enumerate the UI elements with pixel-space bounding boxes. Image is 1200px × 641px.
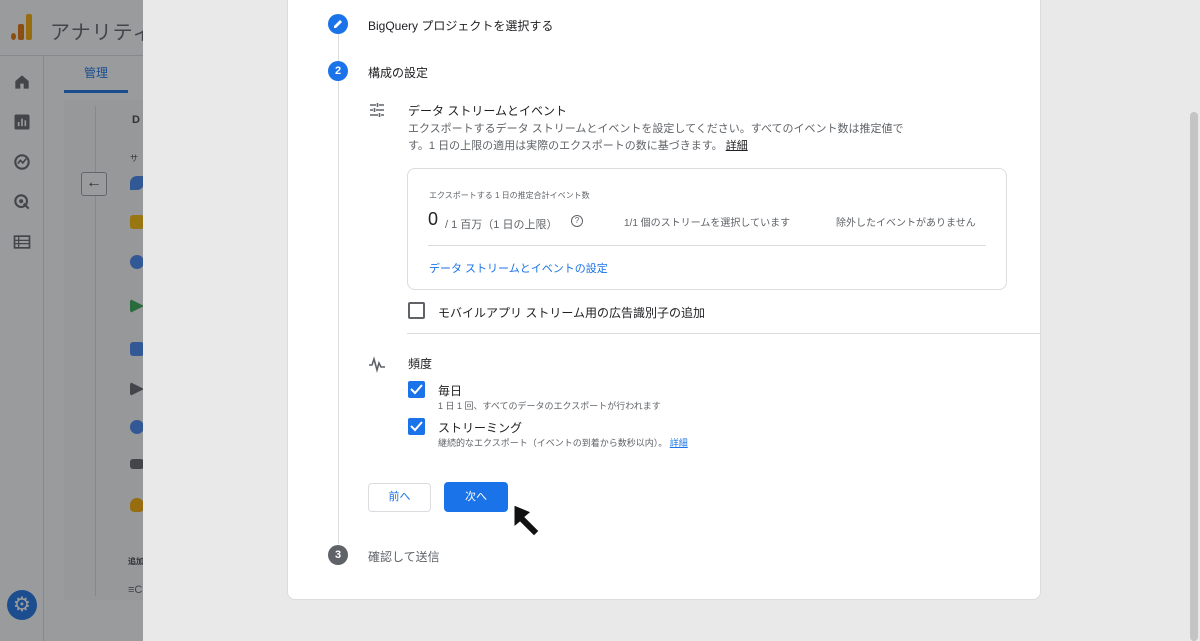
streaming-description: 継続的なエクスポート（イベントの到着から数秒以内）。 詳細 [438, 436, 688, 449]
filter-lines-icon [370, 103, 384, 117]
daily-limit-text: / 1 百万（1 日の上限） [445, 219, 558, 231]
ad-id-checkbox-label[interactable]: モバイルアプリ ストリーム用の広告識別子の追加 [438, 304, 705, 321]
streaming-desc-text: 継続的なエクスポート（イベントの到着から数秒以内）。 [438, 438, 668, 448]
data-streams-description: エクスポートするデータ ストリームとイベントを設定してください。すべてのイベント… [408, 121, 948, 155]
data-streams-desc-line1: エクスポートするデータ ストリームとイベントを設定してください。すべてのイベント… [408, 123, 904, 135]
step-1-label[interactable]: BigQuery プロジェクトを選択する [368, 17, 553, 34]
mouse-pointer-icon [513, 504, 540, 537]
section-divider [407, 333, 1041, 334]
help-icon[interactable]: ? [571, 215, 583, 227]
streaming-label[interactable]: ストリーミング [438, 419, 522, 436]
estimate-divider [428, 245, 986, 246]
frequency-title: 頻度 [408, 357, 433, 371]
next-button[interactable]: 次へ [444, 482, 508, 512]
scrollbar-thumb[interactable] [1190, 112, 1198, 641]
excluded-events-text: 除外したイベントがありません [836, 218, 976, 229]
daily-checkbox[interactable] [408, 381, 425, 398]
prev-button[interactable]: 前へ [368, 483, 431, 512]
step-1-edit-icon[interactable] [328, 14, 348, 34]
configure-streams-link[interactable]: データ ストリームとイベントの設定 [429, 260, 608, 276]
step-2-number: 2 [328, 61, 348, 81]
step-2-label: 構成の設定 [368, 66, 429, 80]
streaming-details-link[interactable]: 詳細 [670, 438, 688, 448]
streaming-checkbox[interactable] [408, 418, 425, 435]
details-link[interactable]: 詳細 [726, 140, 748, 152]
event-estimate-box: エクスポートする 1 日の推定合計イベント数 0 / 1 百万（1 日の上限） … [407, 168, 1007, 290]
stepper-line [338, 34, 339, 544]
streams-selected-text: 1/1 個のストリームを選択しています [624, 218, 791, 229]
pulse-icon [369, 356, 385, 373]
daily-label[interactable]: 毎日 [438, 382, 462, 399]
step-3-number: 3 [328, 545, 348, 565]
data-streams-title: データ ストリームとイベント [408, 104, 567, 118]
estimate-caption: エクスポートする 1 日の推定合計イベント数 [429, 191, 590, 200]
data-streams-desc-line2: す。1 日の上限の適用は実際のエクスポートの数に基づきます。 [408, 140, 723, 152]
daily-description: 1 日 1 回、すべてのデータのエクスポートが行われます [438, 401, 661, 411]
estimate-value: 0 [428, 209, 439, 229]
step-3-label: 確認して送信 [368, 550, 440, 564]
ad-id-checkbox[interactable] [408, 302, 425, 319]
